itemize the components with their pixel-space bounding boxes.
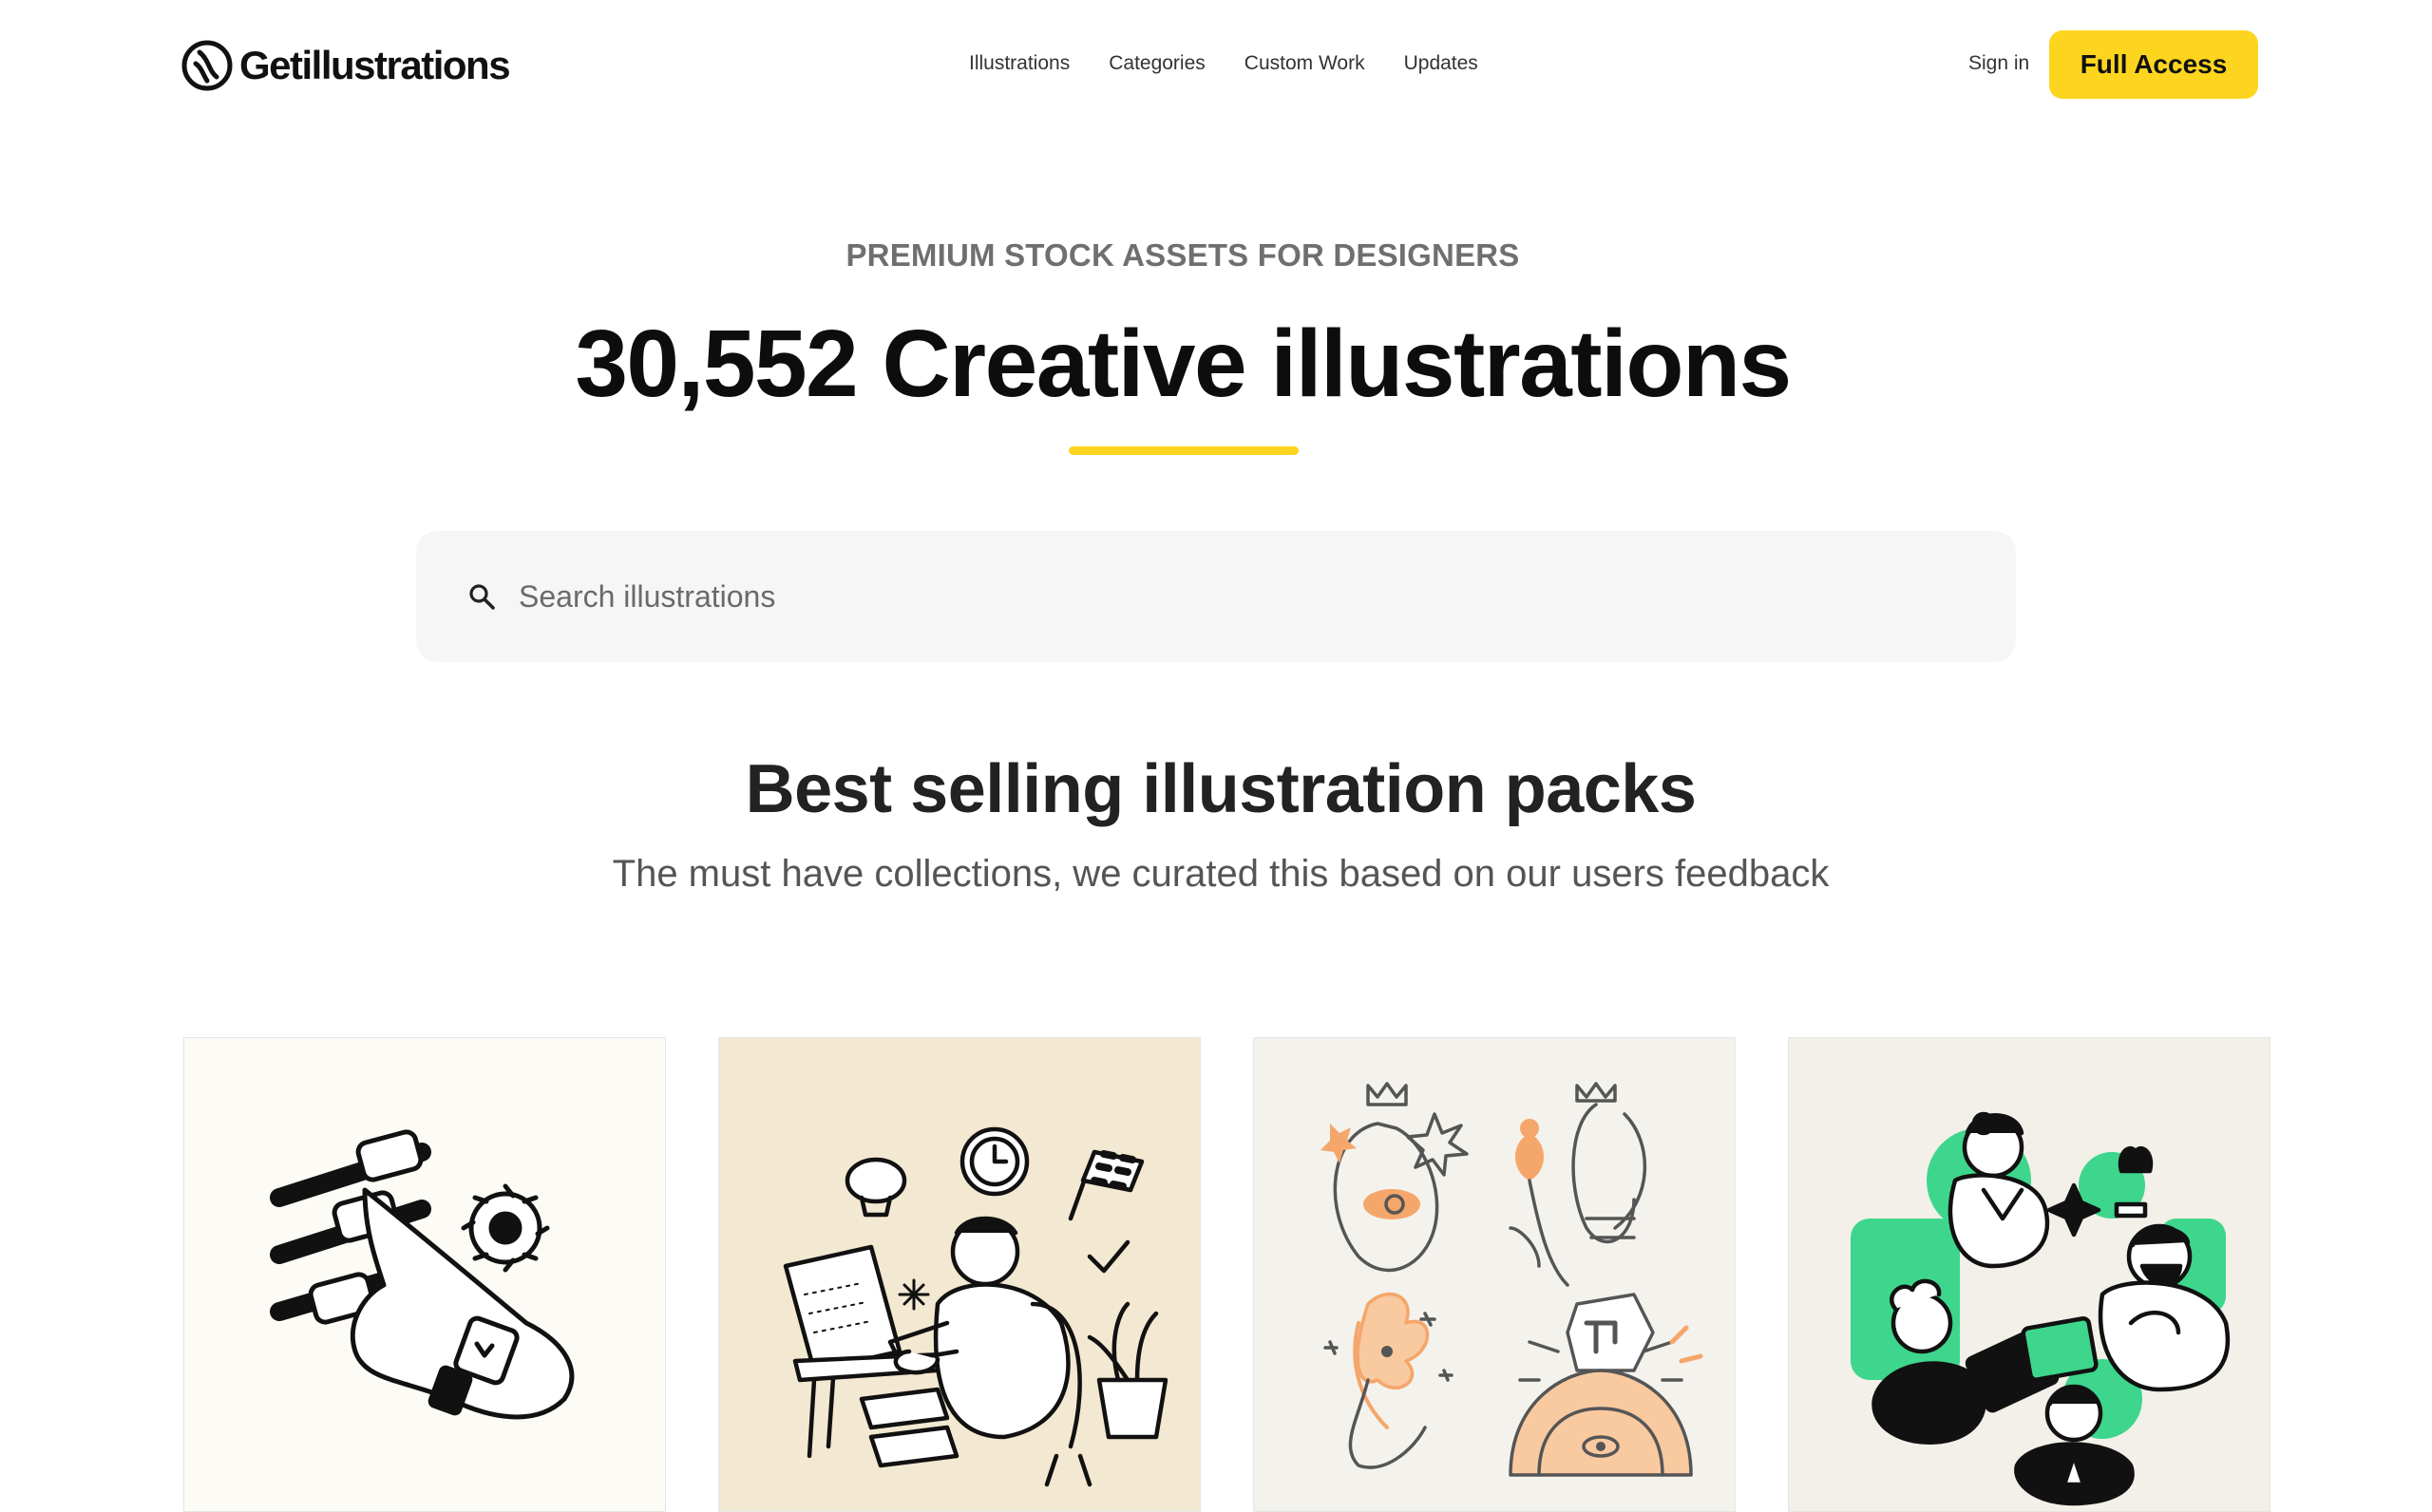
hand-with-sliders-and-gear-illustration [270, 1129, 575, 1420]
site-header: Getillustrations Illustrations Categorie… [0, 0, 2432, 133]
pack-card-3[interactable] [1253, 1037, 1736, 1512]
nav-illustrations[interactable]: Illustrations [969, 52, 1070, 75]
hero-eyebrow: PREMIUM STOCK ASSETS FOR DESIGNERS [846, 237, 1520, 273]
hero-headline: 30,552 Creative illustrations [575, 311, 1792, 417]
team-collaboration-illustration [1851, 1111, 2231, 1506]
headline-underline [1069, 446, 1299, 455]
pack-card-1[interactable] [183, 1037, 666, 1512]
pack-card-4[interactable] [1788, 1037, 2270, 1512]
search-bar[interactable] [416, 531, 2016, 662]
abstract-portraits-with-flowers-illustration [1320, 1082, 1703, 1477]
pack-card-2[interactable] [718, 1037, 1201, 1512]
nav-categories[interactable]: Categories [1109, 52, 1206, 75]
logo[interactable]: Getillustrations [180, 36, 511, 95]
person-working-at-laptop-illustration [783, 1126, 1168, 1487]
nav-updates[interactable]: Updates [1404, 52, 1478, 75]
logo-icon [181, 40, 233, 91]
section-title: Best selling illustration packs [745, 751, 1697, 827]
logo-text: Getillustrations [239, 43, 511, 87]
search-icon [466, 580, 498, 613]
full-access-button[interactable]: Full Access [2049, 30, 2258, 99]
search-input[interactable] [517, 558, 2016, 634]
sign-in-link[interactable]: Sign in [1968, 47, 2029, 80]
section-subtitle: The must have collections, we curated th… [612, 853, 1830, 895]
nav-custom-work[interactable]: Custom Work [1244, 52, 1365, 75]
main-nav: Illustrations Categories Custom Work Upd… [969, 47, 1517, 80]
